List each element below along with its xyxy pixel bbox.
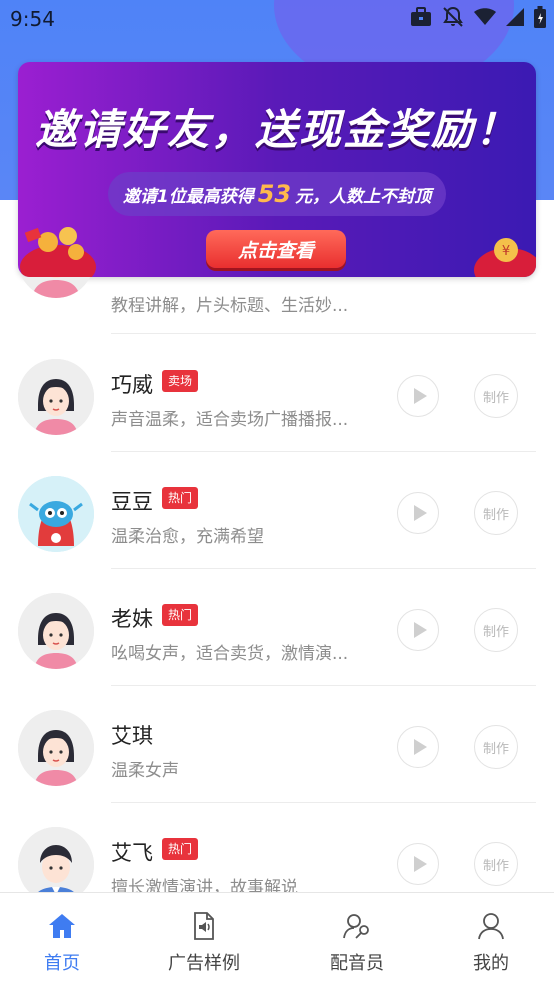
play-icon xyxy=(414,856,427,872)
play-icon xyxy=(414,622,427,638)
make-button[interactable]: 制作 xyxy=(474,608,518,652)
voice-description: 温柔治愈，充满希望 xyxy=(111,527,264,547)
nav-label: 广告样例 xyxy=(168,953,240,974)
avatar xyxy=(18,359,94,435)
nav-item-ad-samples[interactable]: 广告样例 xyxy=(135,893,273,987)
notifications-off-icon xyxy=(442,6,464,32)
voice-actor-icon xyxy=(342,911,372,941)
svg-text:¥: ¥ xyxy=(502,244,510,259)
voice-name: 艾琪 xyxy=(111,724,153,748)
voice-description: 擅长激情演讲，故事解说 xyxy=(111,878,298,892)
make-button[interactable]: 制作 xyxy=(474,491,518,535)
red-envelope-icon: ¥ xyxy=(466,232,536,277)
voice-name: 巧威 xyxy=(111,373,153,397)
play-icon xyxy=(414,505,427,521)
list-item[interactable]: 巧威 卖场 声音温柔，适合卖场广播播报... 制作 xyxy=(0,335,554,452)
make-button[interactable]: 制作 xyxy=(474,725,518,769)
play-button[interactable] xyxy=(397,492,439,534)
voice-tag: 热门 xyxy=(162,838,199,860)
promo-banner[interactable]: 邀请好友，送现金奖励！ 邀请1位最高获得 53 元，人数上不封顶 点击查看 ¥ xyxy=(18,62,536,277)
status-time: 9:54 xyxy=(10,7,55,31)
voice-tag: 热门 xyxy=(162,487,199,509)
voice-tag: 热门 xyxy=(162,604,199,626)
home-icon xyxy=(47,911,77,941)
money-bag-icon xyxy=(18,212,98,277)
bottom-navigation: 首页 广告样例 配音员 我的 xyxy=(0,892,554,987)
row-divider xyxy=(111,333,536,334)
voice-description: 温柔女声 xyxy=(111,761,179,781)
nav-label: 我的 xyxy=(473,953,509,974)
play-button[interactable] xyxy=(397,375,439,417)
nav-item-voice-actors[interactable]: 配音员 xyxy=(288,893,426,987)
user-icon xyxy=(476,911,506,941)
status-bar: 9:54 xyxy=(0,0,554,38)
play-icon xyxy=(414,388,427,404)
avatar xyxy=(18,277,94,298)
avatar xyxy=(18,593,94,669)
play-button[interactable] xyxy=(397,726,439,768)
banner-subtitle-prefix: 邀请1位最高获得 xyxy=(122,186,254,207)
play-button[interactable] xyxy=(397,843,439,885)
make-button[interactable]: 制作 xyxy=(474,842,518,886)
voice-name: 艾飞 xyxy=(111,841,153,865)
list-item[interactable]: 教程讲解，片头标题、生活妙... xyxy=(0,277,554,334)
nav-item-mine[interactable]: 我的 xyxy=(422,893,554,987)
avatar xyxy=(18,827,94,892)
make-button[interactable]: 制作 xyxy=(474,374,518,418)
voice-description: 声音温柔，适合卖场广播播报... xyxy=(111,410,349,430)
avatar xyxy=(18,476,94,552)
status-icons xyxy=(410,6,546,32)
voice-description: 吆喝女声，适合卖货，激情演... xyxy=(111,644,349,664)
list-item[interactable]: 艾飞 热门 擅长激情演讲，故事解说 制作 xyxy=(0,803,554,892)
list-item[interactable]: 艾琪 温柔女声 制作 xyxy=(0,686,554,803)
banner-subtitle-suffix: 元，人数上不封顶 xyxy=(295,186,432,207)
list-item[interactable]: 豆豆 热门 温柔治愈，充满希望 制作 xyxy=(0,452,554,569)
banner-subtitle: 邀请1位最高获得 53 元，人数上不封顶 xyxy=(108,172,446,216)
audio-file-icon xyxy=(189,911,219,941)
nav-label: 首页 xyxy=(44,953,80,974)
voice-name: 豆豆 xyxy=(111,490,153,514)
nav-label: 配音员 xyxy=(330,953,384,974)
voice-description: 教程讲解，片头标题、生活妙... xyxy=(111,296,349,316)
briefcase-icon xyxy=(410,7,432,31)
list-item[interactable]: 老妹 热门 吆喝女声，适合卖货，激情演... 制作 xyxy=(0,569,554,686)
avatar xyxy=(18,710,94,786)
voice-actor-list[interactable]: 教程讲解，片头标题、生活妙... 巧威 卖场 声音温柔，适合卖场广播播报... … xyxy=(0,277,554,892)
voice-tag: 卖场 xyxy=(162,370,199,392)
banner-subtitle-amount: 53 xyxy=(257,180,292,208)
voice-name: 老妹 xyxy=(111,607,153,631)
signal-icon xyxy=(506,8,524,30)
banner-cta-button[interactable]: 点击查看 xyxy=(206,230,346,268)
nav-item-home[interactable]: 首页 xyxy=(0,893,131,987)
play-button[interactable] xyxy=(397,609,439,651)
play-icon xyxy=(414,739,427,755)
banner-title: 邀请好友，送现金奖励！ xyxy=(34,105,519,154)
wifi-icon xyxy=(474,8,496,30)
battery-icon xyxy=(534,6,546,32)
